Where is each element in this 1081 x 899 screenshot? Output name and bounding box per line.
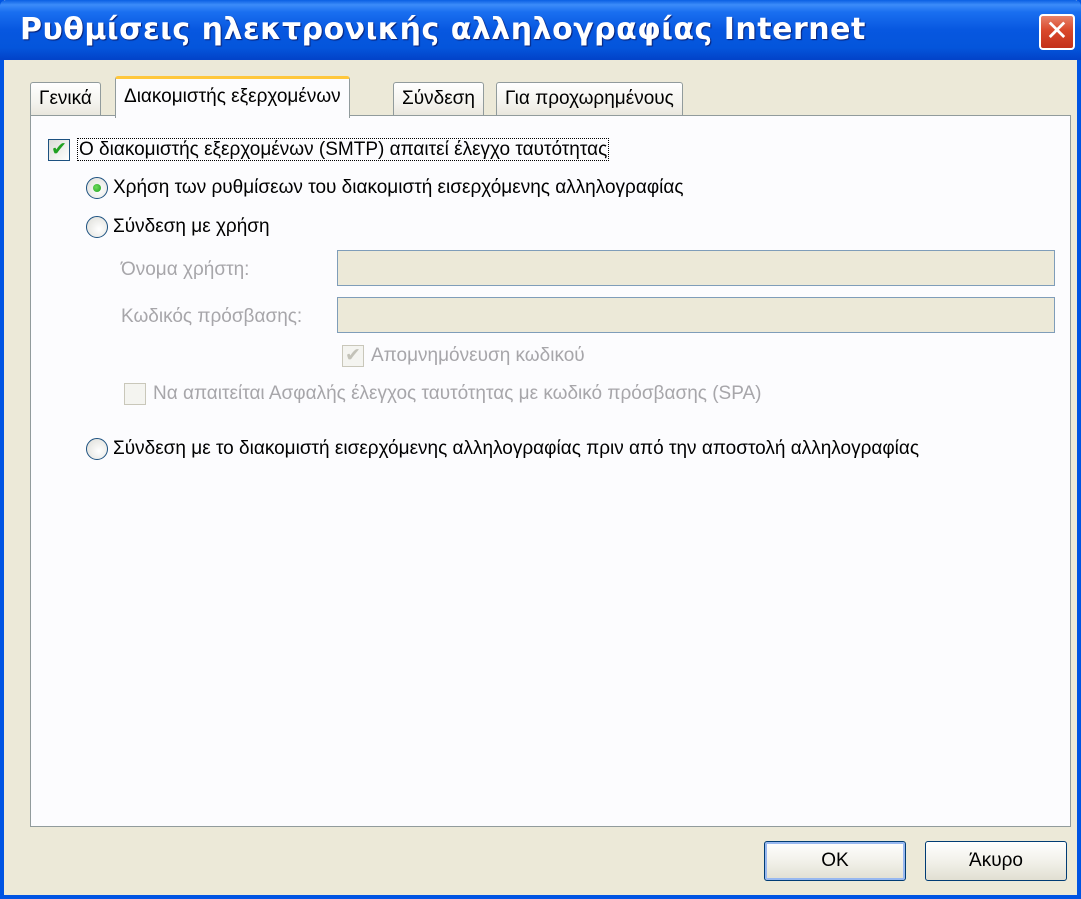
remember-password-label[interactable]: Απομνημόνευση κωδικού [371, 344, 585, 368]
login-using-radio[interactable] [86, 216, 108, 238]
ok-button[interactable]: OK [764, 841, 906, 881]
cancel-button[interactable]: Άκυρο [925, 841, 1067, 881]
window-title: Ρυθμίσεις ηλεκτρονικής αλληλογραφίας Int… [20, 12, 866, 47]
login-using-label[interactable]: Σύνδεση με χρήση [113, 215, 270, 239]
smtp-auth-row[interactable]: Ο διακομιστής εξερχομένων (SMTP) απαιτεί… [77, 138, 610, 162]
username-field[interactable] [337, 250, 1055, 286]
login-before-send-radio[interactable] [86, 438, 108, 460]
outgoing-server-panel: ✔ Ο διακομιστής εξερχομένων (SMTP) απαιτ… [30, 115, 1071, 827]
tab-connection[interactable]: Σύνδεση [393, 82, 484, 116]
username-label: Όνομα χρήστη: [121, 259, 250, 280]
remember-password-checkbox[interactable]: ✔ [342, 345, 364, 367]
close-icon[interactable]: ✕ [1039, 14, 1075, 50]
title-bar[interactable]: Ρυθμίσεις ηλεκτρονικής αλληλογραφίας Int… [0, 0, 1081, 60]
password-field[interactable] [337, 297, 1055, 333]
tab-general[interactable]: Γενικά [30, 82, 101, 116]
spa-checkbox[interactable] [124, 383, 146, 405]
tab-outgoing-server[interactable]: Διακομιστής εξερχομένων [115, 76, 350, 118]
password-label: Κωδικός πρόσβασης: [121, 306, 303, 327]
spa-label[interactable]: Να απαιτείται Ασφαλής έλεγχος ταυτότητας… [153, 382, 761, 406]
smtp-auth-label: Ο διακομιστής εξερχομένων (SMTP) απαιτεί… [77, 138, 610, 161]
use-incoming-settings-label[interactable]: Χρήση των ρυθμίσεων του διακομιστή εισερ… [113, 176, 684, 200]
smtp-auth-checkbox[interactable]: ✔ [48, 139, 70, 161]
dialog-window: Ρυθμίσεις ηλεκτρονικής αλληλογραφίας Int… [0, 0, 1081, 899]
tab-advanced[interactable]: Για προχωρημένους [496, 82, 683, 116]
use-incoming-settings-radio[interactable] [86, 177, 108, 199]
login-before-send-label[interactable]: Σύνδεση με το διακομιστή εισερχόμενης αλ… [113, 437, 919, 461]
radio-selected-dot [93, 184, 101, 192]
